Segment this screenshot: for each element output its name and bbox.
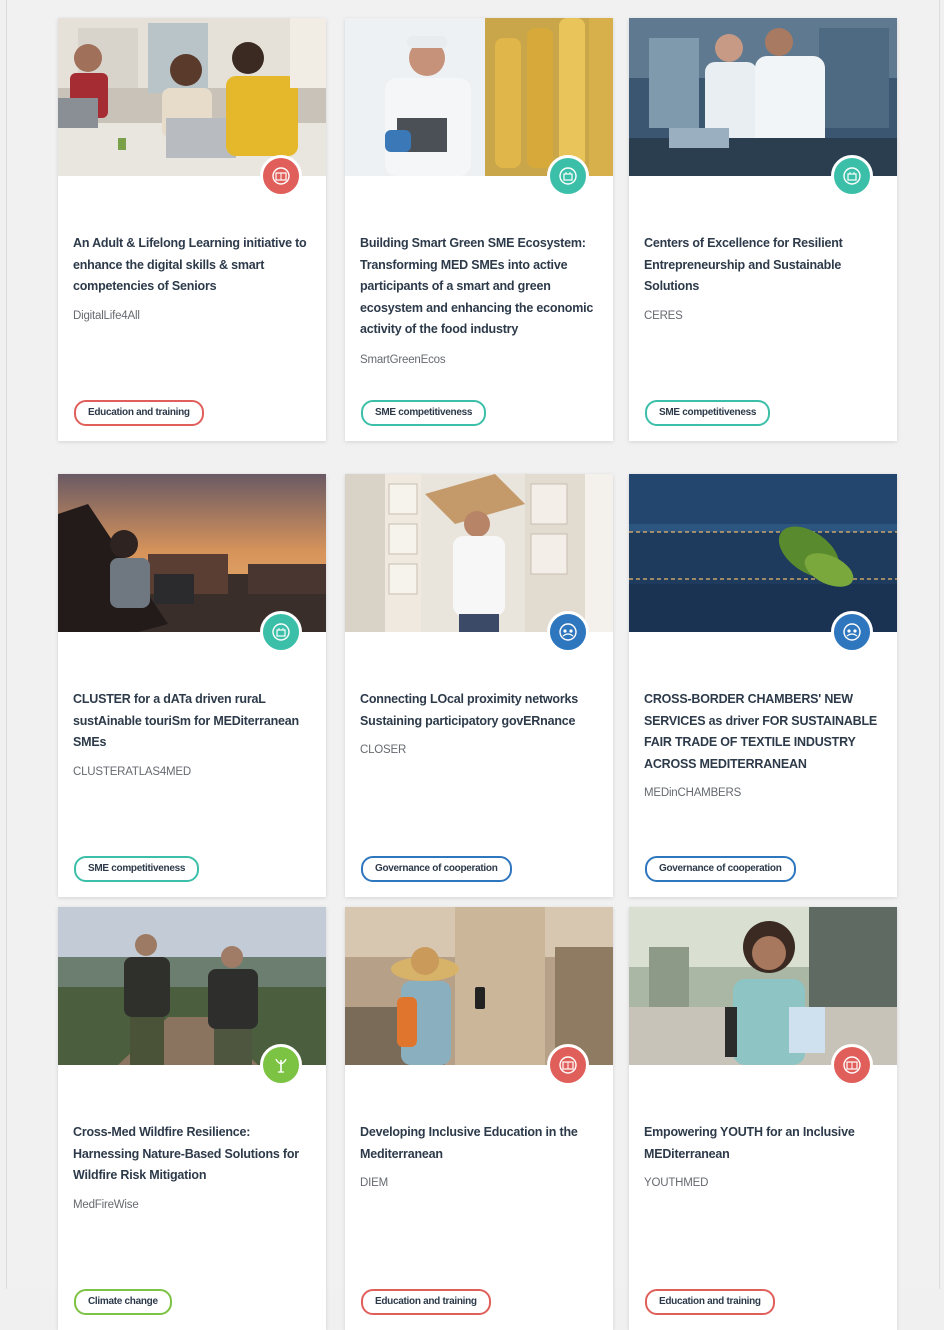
category-tag[interactable]: SME competitiveness [74,856,200,882]
category-badge [831,1044,873,1086]
project-title: Connecting LOcal proximity networks Sust… [360,692,579,728]
project-photo [345,474,613,632]
project-photo [58,474,326,632]
project-title: CLUSTER for a dATa driven ruraL sustAina… [73,692,299,749]
project-title: Cross-Med Wildfire Resilience: Harnessin… [73,1125,299,1182]
project-card-medinchambers[interactable]: CROSS-BORDER CHAMBERS' NEW SERVICES as d… [629,474,897,897]
category-badge [831,155,873,197]
category-tag[interactable]: Education and training [74,400,204,426]
education-icon [559,1056,577,1074]
sme-icon [272,623,290,641]
sme-icon [559,167,577,185]
sme-icon [843,167,861,185]
category-tag[interactable]: Governance of cooperation [645,856,796,882]
category-badge [547,1044,589,1086]
project-card-medfirewise[interactable]: Cross-Med Wildfire Resilience: Harnessin… [58,907,326,1330]
project-photo [629,474,897,632]
project-card-ceres[interactable]: Centers of Excellence for Resilient Entr… [629,18,897,441]
project-title: Building Smart Green SME Ecosystem: Tran… [360,236,594,336]
project-card-digitallife4all[interactable]: An Adult & Lifelong Learning initiative … [58,18,326,441]
project-photo [58,18,326,176]
category-tag[interactable]: Governance of cooperation [361,856,512,882]
project-card-smartgreenecos[interactable]: Building Smart Green SME Ecosystem: Tran… [345,18,613,441]
project-card-diem[interactable]: Developing Inclusive Education in the Me… [345,907,613,1330]
category-tag[interactable]: Education and training [361,1289,491,1315]
category-badge [260,611,302,653]
project-card-closer[interactable]: Connecting LOcal proximity networks Sust… [345,474,613,897]
category-tag[interactable]: Education and training [645,1289,775,1315]
project-photo [345,18,613,176]
governance-icon [843,623,861,641]
project-acronym: CERES [644,310,683,322]
category-badge [831,611,873,653]
project-photo [629,907,897,1065]
project-title: Developing Inclusive Education in the Me… [360,1125,578,1161]
project-photo [58,907,326,1065]
category-badge [260,155,302,197]
project-title: CROSS-BORDER CHAMBERS' NEW SERVICES as d… [644,692,878,771]
project-acronym: CLUSTERATLAS4MED [73,766,192,778]
project-photo [345,907,613,1065]
project-title: Centers of Excellence for Resilient Entr… [644,236,843,293]
project-card-clusteratlas4med[interactable]: CLUSTER for a dATa driven ruraL sustAina… [58,474,326,897]
project-acronym: CLOSER [360,744,407,756]
category-badge [547,611,589,653]
project-acronym: DigitalLife4All [73,310,140,322]
education-icon [272,167,290,185]
project-card-youthmed[interactable]: Empowering YOUTH for an Inclusive MEDite… [629,907,897,1330]
education-icon [843,1056,861,1074]
project-title: An Adult & Lifelong Learning initiative … [73,236,307,293]
project-list-page: An Adult & Lifelong Learning initiative … [0,0,944,1330]
project-photo [629,18,897,176]
category-badge [547,155,589,197]
project-acronym: MedFireWise [73,1199,139,1211]
project-title: Empowering YOUTH for an Inclusive MEDite… [644,1125,855,1161]
category-tag[interactable]: SME competitiveness [645,400,771,426]
project-acronym: DIEM [360,1177,388,1189]
project-acronym: MEDinCHAMBERS [644,787,742,799]
category-badge [260,1044,302,1086]
category-tag[interactable]: Climate change [74,1289,172,1315]
project-acronym: YOUTHMED [644,1177,709,1189]
project-acronym: SmartGreenEcos [360,354,446,366]
governance-icon [559,623,577,641]
climate-icon [275,1058,287,1073]
category-tag[interactable]: SME competitiveness [361,400,487,426]
